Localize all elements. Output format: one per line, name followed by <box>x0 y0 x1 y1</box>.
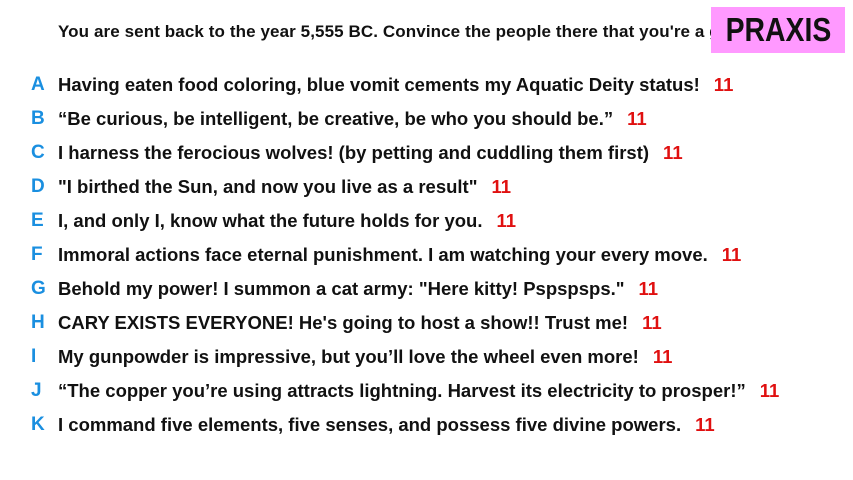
answer-text: My gunpowder is impressive, but you’ll l… <box>58 346 639 367</box>
answer-letter: F <box>31 244 43 265</box>
answer-entry: “Be curious, be intelligent, be creative… <box>58 108 647 130</box>
answer-score: 11 <box>496 210 517 231</box>
answer-row-h: H CARY EXISTS EVERYONE! He's going to ho… <box>0 308 853 342</box>
answer-letter: E <box>31 210 44 231</box>
answer-score: 11 <box>652 346 673 367</box>
praxis-logo: PRAXIS <box>711 7 845 53</box>
answer-score: 11 <box>695 414 715 435</box>
answer-letter: C <box>31 142 45 163</box>
answer-text: I, and only I, know what the future hold… <box>58 210 483 231</box>
answer-entry: “The copper you’re using attracts lightn… <box>58 380 779 402</box>
answer-text: “Be curious, be intelligent, be creative… <box>58 108 614 129</box>
answer-row-k: K I command five elements, five senses, … <box>0 410 853 444</box>
answer-text: Behold my power! I summon a cat army: "H… <box>58 278 625 299</box>
answer-text: Having eaten food coloring, blue vomit c… <box>58 74 700 95</box>
answer-entry: I harness the ferocious wolves! (by pett… <box>58 142 683 164</box>
answer-entry: Having eaten food coloring, blue vomit c… <box>58 74 733 96</box>
answer-score: 11 <box>627 108 647 129</box>
answer-row-d: D "I birthed the Sun, and now you live a… <box>0 172 853 206</box>
prompt-text: You are sent back to the year 5,555 BC. … <box>58 22 746 41</box>
answer-entry: Behold my power! I summon a cat army: "H… <box>58 278 658 300</box>
answer-letter: J <box>31 380 42 401</box>
answer-text: "I birthed the Sun, and now you live as … <box>58 176 478 197</box>
answer-row-i: I My gunpowder is impressive, but you’ll… <box>0 342 853 376</box>
logo-text: PRAXIS <box>725 11 831 48</box>
answer-row-a: A Having eaten food coloring, blue vomit… <box>0 70 853 104</box>
answer-letter: A <box>31 74 45 95</box>
answer-letter: D <box>31 176 45 197</box>
answer-letter: H <box>31 312 45 333</box>
answer-entry: I, and only I, know what the future hold… <box>58 210 516 232</box>
answer-score: 11 <box>759 380 780 401</box>
answer-letter: K <box>31 414 45 435</box>
answer-entry: I command five elements, five senses, an… <box>58 414 715 436</box>
answer-entry: My gunpowder is impressive, but you’ll l… <box>58 346 672 368</box>
answer-list: A Having eaten food coloring, blue vomit… <box>0 70 853 444</box>
answer-score: 11 <box>638 278 659 299</box>
answer-letter: G <box>31 278 46 299</box>
answer-entry: CARY EXISTS EVERYONE! He's going to host… <box>58 312 662 334</box>
answer-text: Immoral actions face eternal punishment.… <box>58 244 708 265</box>
answer-row-j: J “The copper you’re using attracts ligh… <box>0 376 853 410</box>
answer-text: I command five elements, five senses, an… <box>58 414 682 435</box>
answer-text: I harness the ferocious wolves! (by pett… <box>58 142 650 163</box>
answer-score: 11 <box>491 176 512 197</box>
answer-score: 11 <box>713 74 734 95</box>
answer-row-f: F Immoral actions face eternal punishmen… <box>0 240 853 274</box>
answer-row-b: B “Be curious, be intelligent, be creati… <box>0 104 853 138</box>
answer-letter: B <box>31 108 45 129</box>
answer-row-e: E I, and only I, know what the future ho… <box>0 206 853 240</box>
answer-text: “The copper you’re using attracts lightn… <box>58 380 746 401</box>
answer-letter: I <box>31 346 37 367</box>
answer-row-c: C I harness the ferocious wolves! (by pe… <box>0 138 853 172</box>
answer-text: CARY EXISTS EVERYONE! He's going to host… <box>58 312 629 333</box>
answer-score: 11 <box>721 244 742 265</box>
answer-score: 11 <box>642 312 662 333</box>
answer-score: 11 <box>663 142 683 163</box>
answer-entry: "I birthed the Sun, and now you live as … <box>58 176 511 198</box>
answer-row-g: G Behold my power! I summon a cat army: … <box>0 274 853 308</box>
answer-entry: Immoral actions face eternal punishment.… <box>58 244 741 266</box>
